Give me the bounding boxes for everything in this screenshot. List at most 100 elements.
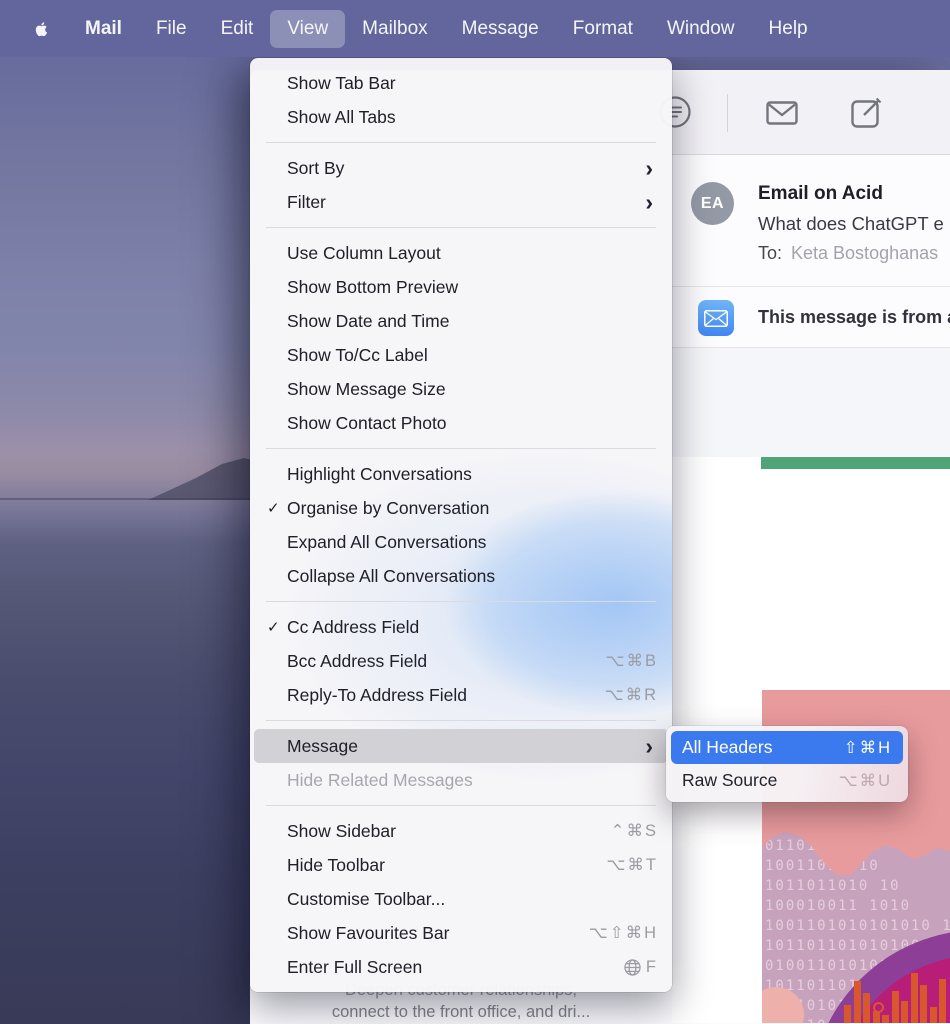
mailing-list-banner: This message is from a <box>672 287 950 348</box>
menu-item-label: Show Contact Photo <box>287 413 658 434</box>
subject-line: What does ChatGPT e <box>758 209 950 239</box>
menu-item-show-bottom-preview[interactable]: Show Bottom Preview <box>254 270 668 304</box>
checkmark-icon: ✓ <box>267 499 287 517</box>
skyline-bar <box>854 981 861 1023</box>
shortcut-label: ⌥⌘B <box>605 651 658 671</box>
menubar-item-format[interactable]: Format <box>556 0 650 57</box>
menu-item-label: Filter <box>287 192 645 213</box>
menu-item-label: Use Column Layout <box>287 243 658 264</box>
shortcut-label: F <box>624 958 658 977</box>
menubar-item-mail[interactable]: Mail <box>68 0 139 57</box>
toolbar-divider <box>727 94 728 132</box>
avatar: EA <box>691 182 734 225</box>
menu-item-sort-by[interactable]: Sort By› <box>254 151 668 185</box>
menu-item-label: Show Date and Time <box>287 311 658 332</box>
menu-item-show-to-cc-label[interactable]: Show To/Cc Label <box>254 338 668 372</box>
menu-item-show-tab-bar[interactable]: Show Tab Bar <box>254 66 668 100</box>
menubar-item-help[interactable]: Help <box>752 0 825 57</box>
submenu-item-label: Raw Source <box>682 770 839 791</box>
menubar-item-file[interactable]: File <box>139 0 204 57</box>
menu-item-show-sidebar[interactable]: Show Sidebar⌃⌘S <box>254 814 668 848</box>
menu-item-show-message-size[interactable]: Show Message Size <box>254 372 668 406</box>
menubar-item-edit[interactable]: Edit <box>204 0 271 57</box>
menu-item-label: Expand All Conversations <box>287 532 658 553</box>
horizon-line <box>0 498 260 500</box>
to-value[interactable]: Keta Bostoghanas <box>791 243 938 263</box>
menubar-item-view[interactable]: View <box>270 10 345 48</box>
menu-item-label: Organise by Conversation <box>287 498 658 519</box>
menu-item-show-all-tabs[interactable]: Show All Tabs <box>254 100 668 134</box>
shortcut-label: ⌃⌘S <box>611 821 658 841</box>
shortcut-label: ⌥⌘T <box>606 855 658 875</box>
menu-item-reply-to-address-field[interactable]: Reply-To Address Field⌥⌘R <box>254 678 668 712</box>
to-label: To: <box>758 243 782 263</box>
message-submenu: All Headers⇧⌘HRaw Source⌥⌘U <box>666 726 908 802</box>
menu-item-use-column-layout[interactable]: Use Column Layout <box>254 236 668 270</box>
menubar-item-message[interactable]: Message <box>445 0 556 57</box>
menu-separator <box>266 805 656 806</box>
skyline-bar <box>920 985 927 1023</box>
menu-item-filter[interactable]: Filter› <box>254 185 668 219</box>
skyline-bar <box>901 1001 908 1023</box>
skyline-bar <box>911 973 918 1023</box>
skyline-bar <box>844 1005 851 1023</box>
apple-menu-icon[interactable] <box>14 0 68 57</box>
email-green-bar <box>761 457 950 469</box>
skyline-bar <box>863 993 870 1023</box>
shortcut-label: ⌥⇧⌘H <box>589 923 658 943</box>
compose-icon[interactable] <box>851 97 882 128</box>
menu-item-enter-full-screen[interactable]: Enter Full ScreenF <box>254 950 668 984</box>
menu-item-label: Enter Full Screen <box>287 957 624 978</box>
menu-item-label: Reply-To Address Field <box>287 685 605 706</box>
menu-item-expand-all-conversations[interactable]: Expand All Conversations <box>254 525 668 559</box>
submenu-chevron-icon: › <box>645 158 658 178</box>
binary-text-row: 100010011 1010 <box>765 896 947 916</box>
menu-item-bcc-address-field[interactable]: Bcc Address Field⌥⌘B <box>254 644 668 678</box>
menu-item-label: Cc Address Field <box>287 617 658 638</box>
submenu-item-label: All Headers <box>682 737 844 758</box>
banner-text: This message is from a <box>758 307 950 328</box>
checkmark-icon: ✓ <box>267 618 287 636</box>
envelope-icon[interactable] <box>766 101 798 125</box>
menu-item-label: Show Sidebar <box>287 821 611 842</box>
menu-separator <box>266 601 656 602</box>
skyline-bar <box>892 991 899 1023</box>
binary-text-row: 10011010 10 <box>765 856 947 876</box>
menubar-item-window[interactable]: Window <box>650 0 752 57</box>
menu-item-show-date-and-time[interactable]: Show Date and Time <box>254 304 668 338</box>
menu-item-label: Show Tab Bar <box>287 73 658 94</box>
menu-item-show-contact-photo[interactable]: Show Contact Photo <box>254 406 668 440</box>
menu-separator <box>266 142 656 143</box>
submenu-item-raw-source[interactable]: Raw Source⌥⌘U <box>671 764 903 797</box>
menu-item-label: Hide Related Messages <box>287 770 658 791</box>
menu-item-hide-toolbar[interactable]: Hide Toolbar⌥⌘T <box>254 848 668 882</box>
menu-item-label: Sort By <box>287 158 645 179</box>
shortcut-label: ⌥⌘R <box>605 685 658 705</box>
menu-item-highlight-conversations[interactable]: Highlight Conversations <box>254 457 668 491</box>
menu-item-customise-toolbar[interactable]: Customise Toolbar... <box>254 882 668 916</box>
menu-separator <box>266 720 656 721</box>
menubar-item-mailbox[interactable]: Mailbox <box>345 0 444 57</box>
submenu-chevron-icon: › <box>645 192 658 212</box>
menu-bar: MailFileEditViewMailboxMessageFormatWind… <box>0 0 950 57</box>
view-menu: Show Tab BarShow All TabsSort By›Filter›… <box>250 58 672 992</box>
menu-item-label: Show Message Size <box>287 379 658 400</box>
menu-item-show-favourites-bar[interactable]: Show Favourites Bar⌥⇧⌘H <box>254 916 668 950</box>
menu-item-label: Message <box>287 736 645 757</box>
menu-item-label: Show Favourites Bar <box>287 923 589 944</box>
mail-app-icon <box>698 300 734 336</box>
menu-item-organise-by-conversation[interactable]: ✓Organise by Conversation <box>254 491 668 525</box>
skyline-bar <box>939 979 946 1023</box>
recipient-row: To: Keta Bostoghanas <box>758 239 950 268</box>
menu-separator <box>266 227 656 228</box>
submenu-chevron-icon: › <box>645 736 658 756</box>
menu-item-message[interactable]: Message› <box>254 729 668 763</box>
menu-item-collapse-all-conversations[interactable]: Collapse All Conversations <box>254 559 668 593</box>
shortcut-label: ⌥⌘U <box>839 771 892 791</box>
menu-item-cc-address-field[interactable]: ✓Cc Address Field <box>254 610 668 644</box>
binary-text-row: 1011011010 10 <box>765 876 947 896</box>
menu-item-hide-related-messages: Hide Related Messages <box>254 763 668 797</box>
submenu-item-all-headers[interactable]: All Headers⇧⌘H <box>671 731 903 764</box>
sender-name: Email on Acid <box>758 179 950 209</box>
email-content-top <box>672 457 950 469</box>
